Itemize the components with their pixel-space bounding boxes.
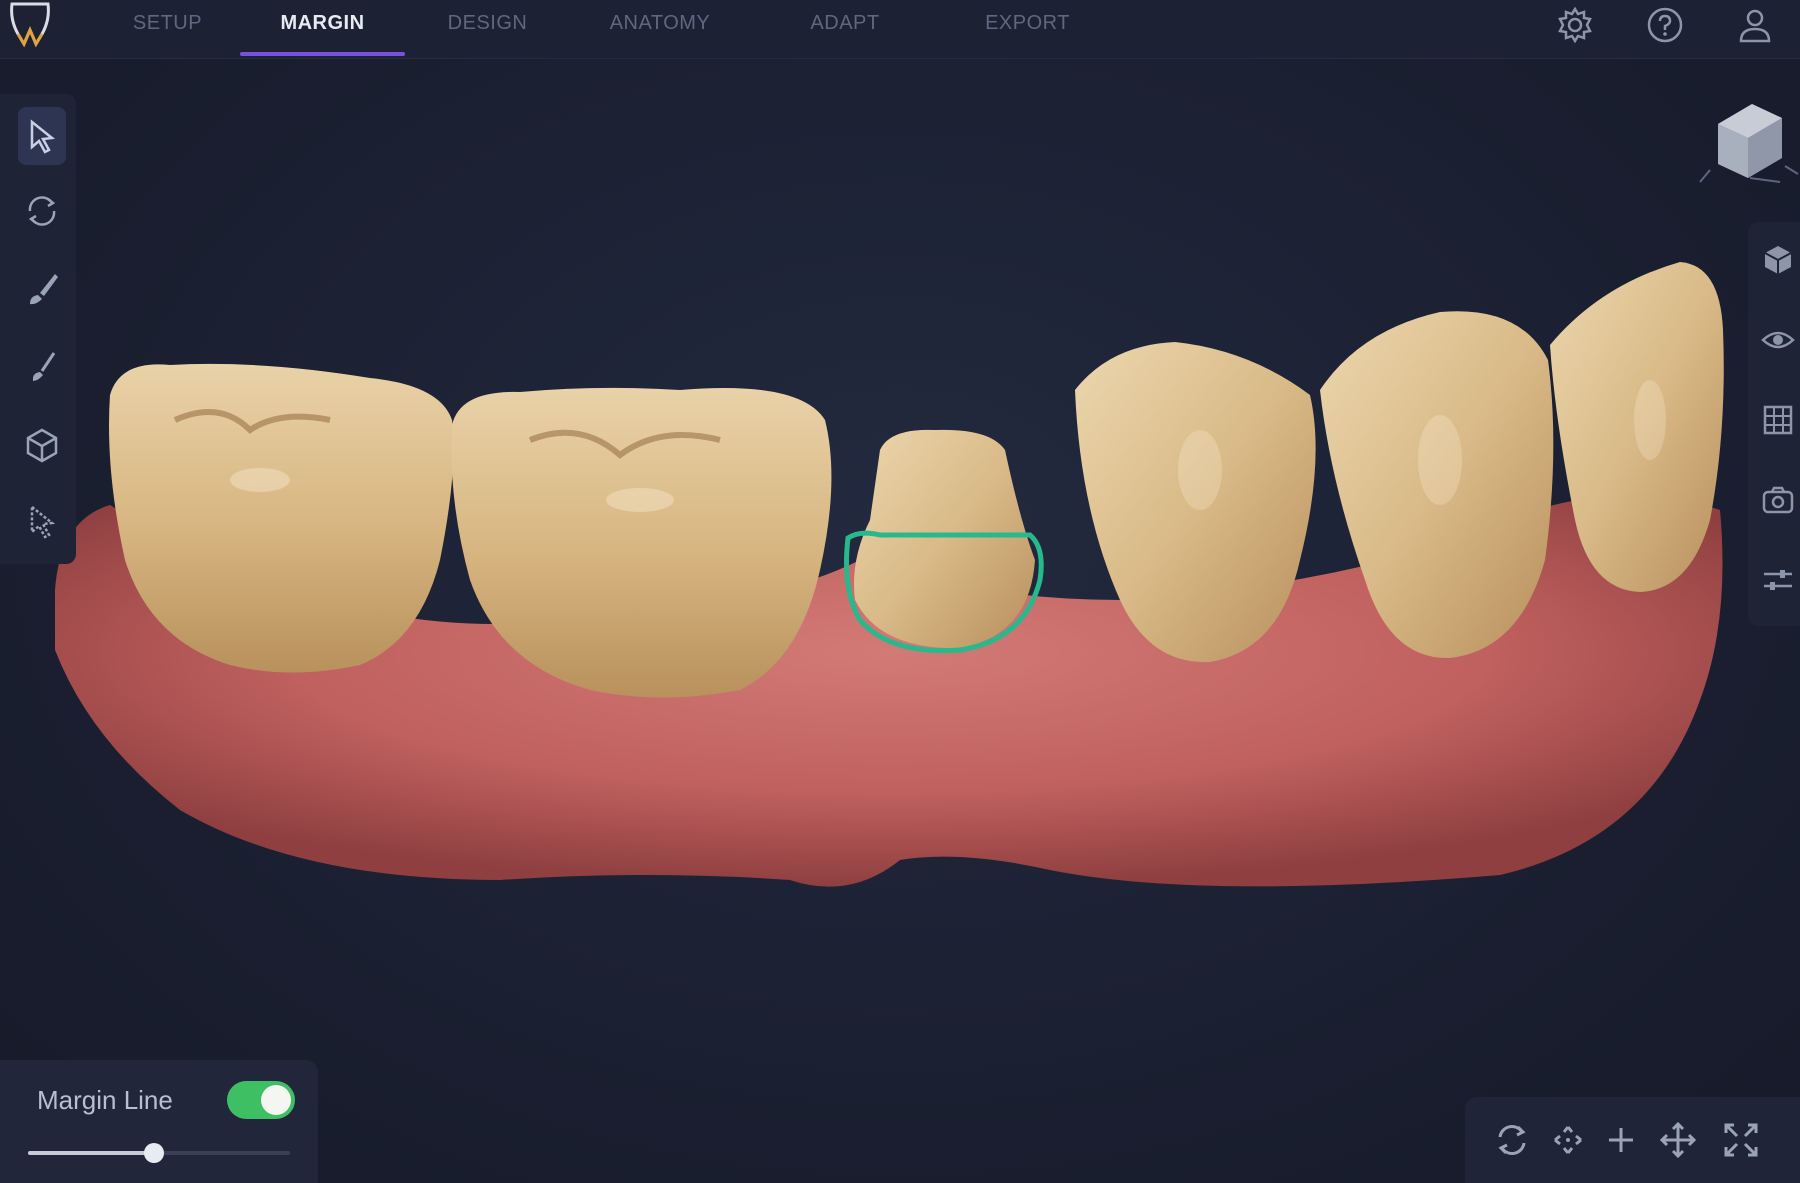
tab-setup[interactable]: SETUP xyxy=(95,0,240,56)
reset-rotation-icon[interactable] xyxy=(1489,1117,1535,1163)
slider-fill xyxy=(28,1151,154,1155)
grid-icon[interactable] xyxy=(1760,397,1800,443)
margin-line-toggle[interactable] xyxy=(227,1081,295,1119)
tab-design[interactable]: DESIGN xyxy=(405,0,570,56)
view-controls-bar xyxy=(1465,1097,1800,1183)
app-logo-icon xyxy=(0,0,62,50)
top-right-icons xyxy=(1530,0,1800,50)
tab-anatomy[interactable]: ANATOMY xyxy=(570,0,750,56)
left-tool-panel xyxy=(0,94,76,564)
jaw-scan-model[interactable] xyxy=(0,0,1800,1183)
tab-margin[interactable]: MARGIN xyxy=(240,0,405,56)
select-arrow-icon[interactable] xyxy=(18,107,66,165)
solid-view-icon[interactable] xyxy=(1760,237,1800,283)
margin-line-label: Margin Line xyxy=(37,1085,173,1115)
user-icon[interactable] xyxy=(1710,0,1800,50)
top-navigation-bar: SETUP MARGIN DESIGN ANATOMY ADAPT EXPORT xyxy=(0,0,1800,59)
move-icon[interactable] xyxy=(1655,1117,1701,1163)
margin-line-panel: Margin Line xyxy=(0,1060,318,1183)
prepared-tooth-stump xyxy=(854,429,1035,649)
pointer-select-icon[interactable] xyxy=(18,492,66,550)
camera-icon[interactable] xyxy=(1760,477,1800,523)
view-orientation-cube[interactable] xyxy=(1690,96,1800,196)
gear-icon[interactable] xyxy=(1530,0,1620,50)
toggle-knob xyxy=(261,1085,291,1115)
slider-thumb[interactable] xyxy=(143,1143,164,1163)
add-point-icon[interactable] xyxy=(1598,1117,1644,1163)
sliders-icon[interactable] xyxy=(1760,557,1800,603)
margin-line-slider[interactable] xyxy=(28,1143,290,1163)
brush-icon[interactable] xyxy=(18,260,66,318)
right-view-panel xyxy=(1748,222,1800,626)
workflow-tabs: SETUP MARGIN DESIGN ANATOMY ADAPT EXPORT xyxy=(95,0,1115,58)
help-icon[interactable] xyxy=(1620,0,1710,50)
rotate-icon[interactable] xyxy=(18,182,66,240)
pan-center-icon[interactable] xyxy=(1545,1117,1591,1163)
fit-screen-icon[interactable] xyxy=(1718,1117,1764,1163)
eye-icon[interactable] xyxy=(1760,317,1800,363)
cube-icon[interactable] xyxy=(18,416,66,474)
3d-viewport[interactable]: SETUP MARGIN DESIGN ANATOMY ADAPT EXPORT xyxy=(0,0,1800,1183)
tab-adapt[interactable]: ADAPT xyxy=(750,0,940,56)
tab-export[interactable]: EXPORT xyxy=(940,0,1115,56)
brush-small-icon[interactable] xyxy=(18,338,66,396)
